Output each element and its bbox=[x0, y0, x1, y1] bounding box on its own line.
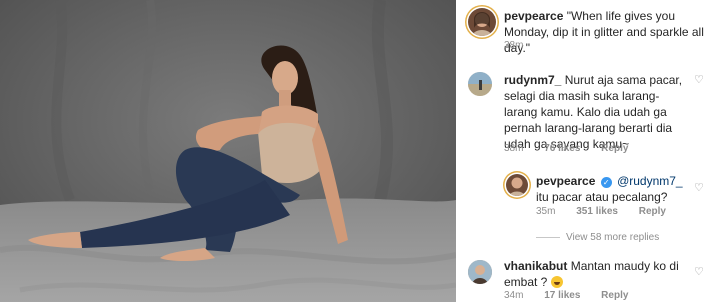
comment-username[interactable]: vhanikabut bbox=[504, 259, 567, 273]
comment-meta: 38m 76 likes Reply bbox=[504, 143, 646, 155]
reply-mention[interactable]: @rudynm7_ bbox=[617, 174, 683, 188]
grinning-face-emoji-icon bbox=[550, 276, 563, 288]
comment-likes[interactable]: 76 likes bbox=[544, 143, 580, 154]
reply-username[interactable]: pevpearce bbox=[536, 174, 595, 188]
reply-author-avatar[interactable] bbox=[506, 174, 528, 196]
verified-badge-icon: ✓ bbox=[600, 177, 612, 188]
comment-time: 34m bbox=[504, 290, 524, 301]
divider-line bbox=[536, 237, 560, 238]
reply-text: itu pacar atau pecalang? bbox=[536, 190, 668, 204]
comment-time: 38m bbox=[504, 143, 524, 154]
author-avatar-image bbox=[472, 12, 492, 36]
commenter-avatar-image bbox=[468, 260, 492, 284]
commenter-avatar[interactable] bbox=[468, 260, 492, 284]
reply-button[interactable]: Reply bbox=[639, 206, 666, 217]
comment-meta: 34m 17 likes Reply bbox=[504, 290, 646, 302]
post-photo[interactable] bbox=[0, 0, 456, 302]
commenter-avatar[interactable] bbox=[468, 72, 492, 96]
post-time: 38m bbox=[504, 40, 524, 51]
reply-likes[interactable]: 351 likes bbox=[576, 206, 618, 217]
comments-panel: pevpearce "When life gives you Monday, d… bbox=[456, 0, 720, 302]
reply-button[interactable]: Reply bbox=[601, 143, 628, 154]
heart-outline-icon[interactable]: ♡ bbox=[694, 182, 704, 194]
reply-body: pevpearce ✓ @rudynm7_ itu pacar atau pec… bbox=[536, 173, 688, 205]
reply-button[interactable]: Reply bbox=[601, 290, 628, 301]
heart-outline-icon[interactable]: ♡ bbox=[694, 266, 704, 278]
reply-author-avatar-image bbox=[509, 177, 525, 196]
reply-time: 35m bbox=[536, 206, 556, 217]
comment-body: rudynm7_ Nurut aja sama pacar, selagi di… bbox=[504, 72, 684, 152]
author-username[interactable]: pevpearce bbox=[504, 9, 563, 23]
author-avatar[interactable] bbox=[468, 8, 496, 36]
commenter-avatar-image bbox=[468, 72, 492, 96]
comment-likes[interactable]: 17 likes bbox=[544, 290, 580, 301]
view-more-replies-button[interactable]: View 58 more replies bbox=[536, 232, 659, 243]
comment-body: vhanikabut Mantan maudy ko di embat ? bbox=[504, 258, 684, 290]
view-more-label: View 58 more replies bbox=[566, 232, 660, 243]
post-meta: 38m bbox=[504, 40, 541, 52]
heart-outline-icon[interactable]: ♡ bbox=[694, 74, 704, 86]
comment-username[interactable]: rudynm7_ bbox=[504, 73, 561, 87]
reply-meta: 35m 351 likes Reply bbox=[536, 206, 684, 218]
